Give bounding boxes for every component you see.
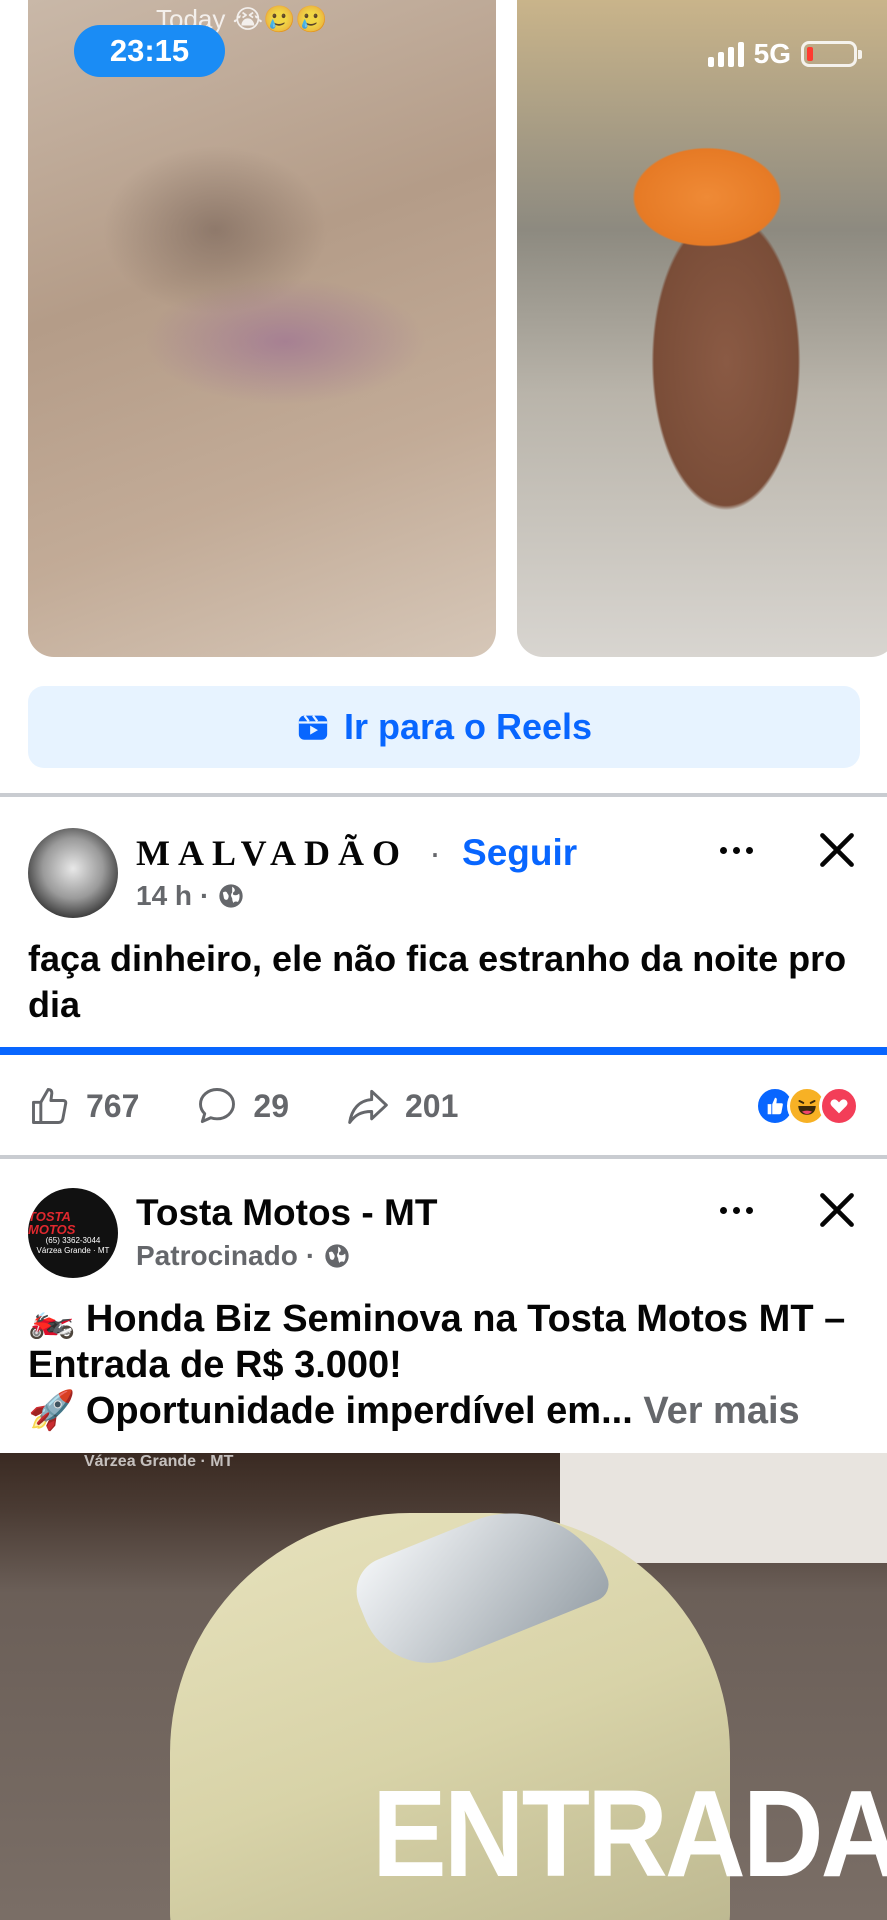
sponsored-label[interactable]: Patrocinado	[136, 1240, 298, 1272]
ad-author[interactable]: Tosta Motos - MT	[136, 1192, 437, 1234]
post-meta: 14 h ·	[136, 880, 245, 912]
signal-icon	[707, 41, 744, 67]
go-to-reels-button[interactable]: Ir para o Reels	[28, 686, 860, 768]
post-actions: 767 29 201	[28, 1080, 514, 1132]
globe-icon	[325, 1244, 349, 1268]
close-icon[interactable]	[812, 825, 862, 875]
reel-thumbnail[interactable]	[28, 0, 496, 657]
section-divider	[0, 793, 887, 797]
separator-dot: ·	[429, 832, 442, 873]
reaction-summary[interactable]	[755, 1086, 859, 1126]
section-divider	[0, 1155, 887, 1159]
love-reaction-icon	[819, 1086, 859, 1126]
share-button[interactable]: 201	[345, 1084, 458, 1128]
post-progress-bar	[0, 1047, 887, 1055]
go-to-reels-label: Ir para o Reels	[343, 706, 593, 747]
post-text: faça dinheiro, ele não fica estranho da …	[28, 938, 847, 1025]
reels-icon	[298, 714, 328, 740]
ad-line-2: 🚀 Oportunidade imperdível em...	[28, 1390, 633, 1432]
post-author-line: MALVADÃO · Seguir	[136, 832, 577, 874]
ad-text: 🏍️ Honda Biz Seminova na Tosta Motos MT …	[28, 1296, 868, 1434]
comment-count: 29	[253, 1087, 289, 1124]
tosta-logo: TOSTA MOTOS	[28, 1209, 76, 1238]
globe-icon	[219, 884, 244, 908]
more-options-button[interactable]	[706, 1190, 766, 1230]
ad-image[interactable]: Várzea Grande · MT ENTRADA	[0, 1453, 887, 1920]
separator-dot: ·	[200, 880, 210, 911]
ad-image-headline: ENTRADA	[372, 1764, 887, 1903]
network-type: 5G	[753, 38, 791, 69]
close-icon[interactable]	[812, 1185, 862, 1235]
tosta-phone: (65) 3362-3044	[45, 1236, 101, 1246]
comment-button[interactable]: 29	[195, 1084, 289, 1128]
status-time: 23:15	[74, 25, 225, 77]
share-count: 201	[404, 1087, 459, 1124]
comment-icon	[199, 1088, 236, 1124]
ad-line-2-row: 🚀 Oportunidade imperdível em... Ver mais	[28, 1388, 868, 1434]
ad-line-1: 🏍️ Honda Biz Seminova na Tosta Motos MT …	[28, 1298, 846, 1386]
ad-image-location: Várzea Grande · MT	[84, 1453, 234, 1470]
avatar[interactable]: TOSTA MOTOS (65) 3362-3044 Várzea Grande…	[28, 1188, 118, 1278]
battery-icon	[801, 41, 862, 67]
like-icon	[32, 1088, 68, 1124]
more-icon	[719, 1206, 727, 1214]
like-button[interactable]: 767	[28, 1084, 139, 1128]
more-options-button[interactable]	[706, 830, 766, 870]
more-icon	[719, 846, 727, 854]
post-time[interactable]: 14 h	[136, 880, 192, 912]
follow-button[interactable]: Seguir	[462, 832, 577, 873]
separator-dot: ·	[305, 1240, 316, 1271]
post-author[interactable]: MALVADÃO	[136, 833, 408, 873]
reel-thumbnail[interactable]	[517, 0, 887, 657]
avatar[interactable]	[28, 828, 118, 918]
tosta-city: Várzea Grande · MT	[36, 1246, 110, 1255]
ad-meta: Patrocinado ·	[136, 1240, 351, 1272]
share-icon	[348, 1089, 388, 1124]
like-count: 767	[86, 1087, 140, 1124]
status-indicators: 5G	[707, 38, 862, 70]
see-more-link[interactable]: Ver mais	[643, 1390, 799, 1432]
